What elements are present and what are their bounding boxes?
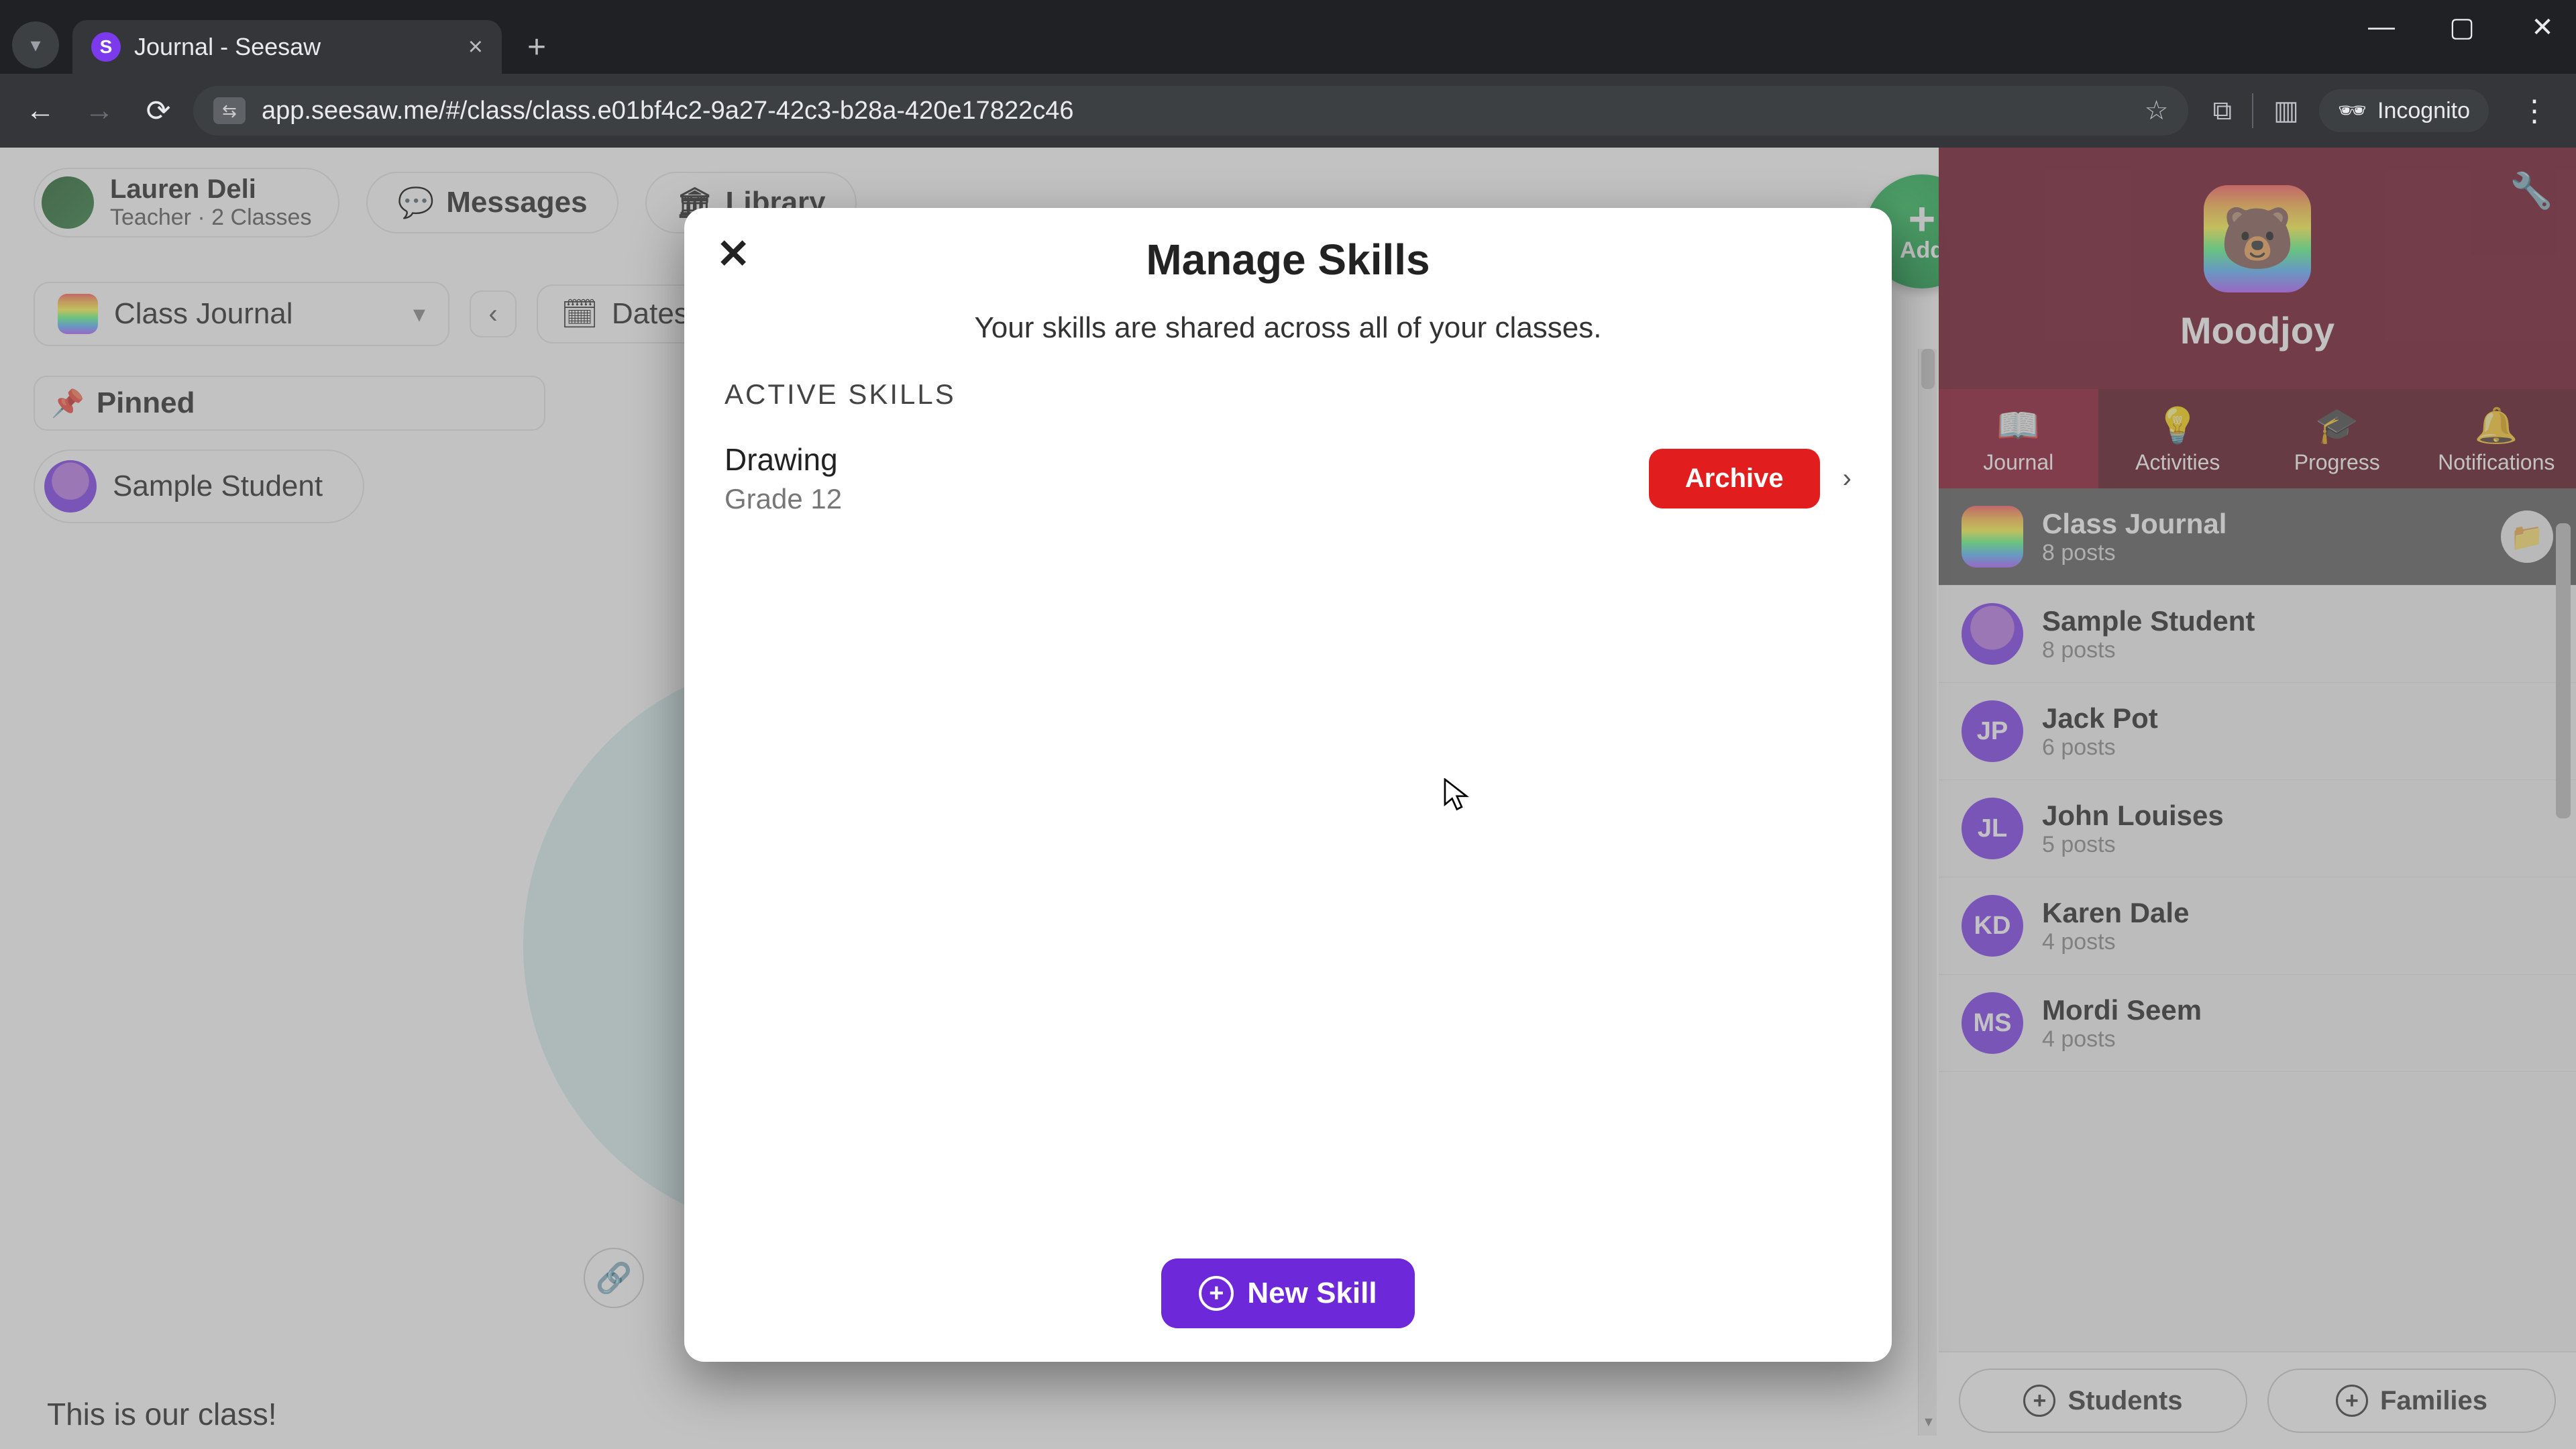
incognito-label: Incognito — [2377, 98, 2470, 124]
back-button[interactable]: ← — [16, 87, 64, 135]
seesaw-app: Lauren Deli Teacher · 2 Classes 💬 Messag… — [0, 148, 2576, 1449]
modal-subtitle: Your skills are shared across all of you… — [724, 311, 1851, 345]
browser-tab[interactable]: S Journal - Seesaw × — [72, 20, 502, 74]
minimize-button[interactable]: — — [2361, 12, 2402, 43]
incognito-icon: 🕶 — [2338, 97, 2367, 124]
skill-grade: Grade 12 — [724, 483, 842, 515]
extensions-icon[interactable]: ⧉ — [2212, 96, 2232, 126]
new-tab-button[interactable]: + — [515, 25, 558, 68]
address-bar[interactable]: ⇆ app.seesaw.me/#/class/class.e01bf4c2-9… — [193, 86, 2188, 136]
tab-search-button[interactable]: ▾ — [12, 21, 59, 68]
window-controls: — ▢ ✕ — [2361, 12, 2563, 43]
incognito-chip[interactable]: 🕶 Incognito — [2319, 89, 2489, 132]
tab-title: Journal - Seesaw — [134, 33, 455, 61]
active-skills-heading: ACTIVE SKILLS — [724, 378, 1851, 411]
seesaw-favicon: S — [91, 32, 121, 62]
new-skill-button[interactable]: + New Skill — [1161, 1258, 1414, 1328]
modal-spacer — [724, 535, 1851, 1258]
close-tab-icon[interactable]: × — [468, 33, 483, 62]
close-modal-button[interactable]: ✕ — [716, 231, 750, 278]
skill-row[interactable]: Drawing Grade 12 Archive › — [724, 431, 1851, 535]
skill-info: Drawing Grade 12 — [724, 441, 842, 515]
skill-name: Drawing — [724, 441, 842, 478]
side-panel-icon[interactable]: ▥ — [2273, 95, 2299, 126]
modal-title: Manage Skills — [724, 235, 1851, 284]
browser-window: ▾ S Journal - Seesaw × + — ▢ ✕ ← → ⟳ ⇆ a… — [0, 0, 2576, 1449]
forward-button[interactable]: → — [75, 87, 123, 135]
bookmark-star-icon[interactable]: ☆ — [2145, 95, 2169, 126]
browser-toolbar: ← → ⟳ ⇆ app.seesaw.me/#/class/class.e01b… — [0, 74, 2576, 148]
separator — [2252, 93, 2253, 128]
maximize-button[interactable]: ▢ — [2442, 12, 2482, 43]
url-text: app.seesaw.me/#/class/class.e01bf4c2-9a2… — [262, 97, 2129, 125]
manage-skills-modal: ✕ Manage Skills Your skills are shared a… — [684, 208, 1892, 1362]
chrome-menu-icon[interactable]: ⋮ — [2509, 94, 2560, 128]
archive-button[interactable]: Archive — [1649, 449, 1820, 508]
reload-button[interactable]: ⟳ — [134, 87, 182, 135]
tab-strip: ▾ S Journal - Seesaw × + — ▢ ✕ — [0, 0, 2576, 74]
chevron-right-icon[interactable]: › — [1843, 464, 1851, 494]
plus-circle-icon: + — [1199, 1276, 1234, 1311]
new-skill-label: New Skill — [1247, 1277, 1377, 1310]
toolbar-right: ⧉ ▥ 🕶 Incognito ⋮ — [2212, 89, 2560, 132]
site-info-icon[interactable]: ⇆ — [213, 97, 246, 124]
close-window-button[interactable]: ✕ — [2522, 12, 2563, 43]
